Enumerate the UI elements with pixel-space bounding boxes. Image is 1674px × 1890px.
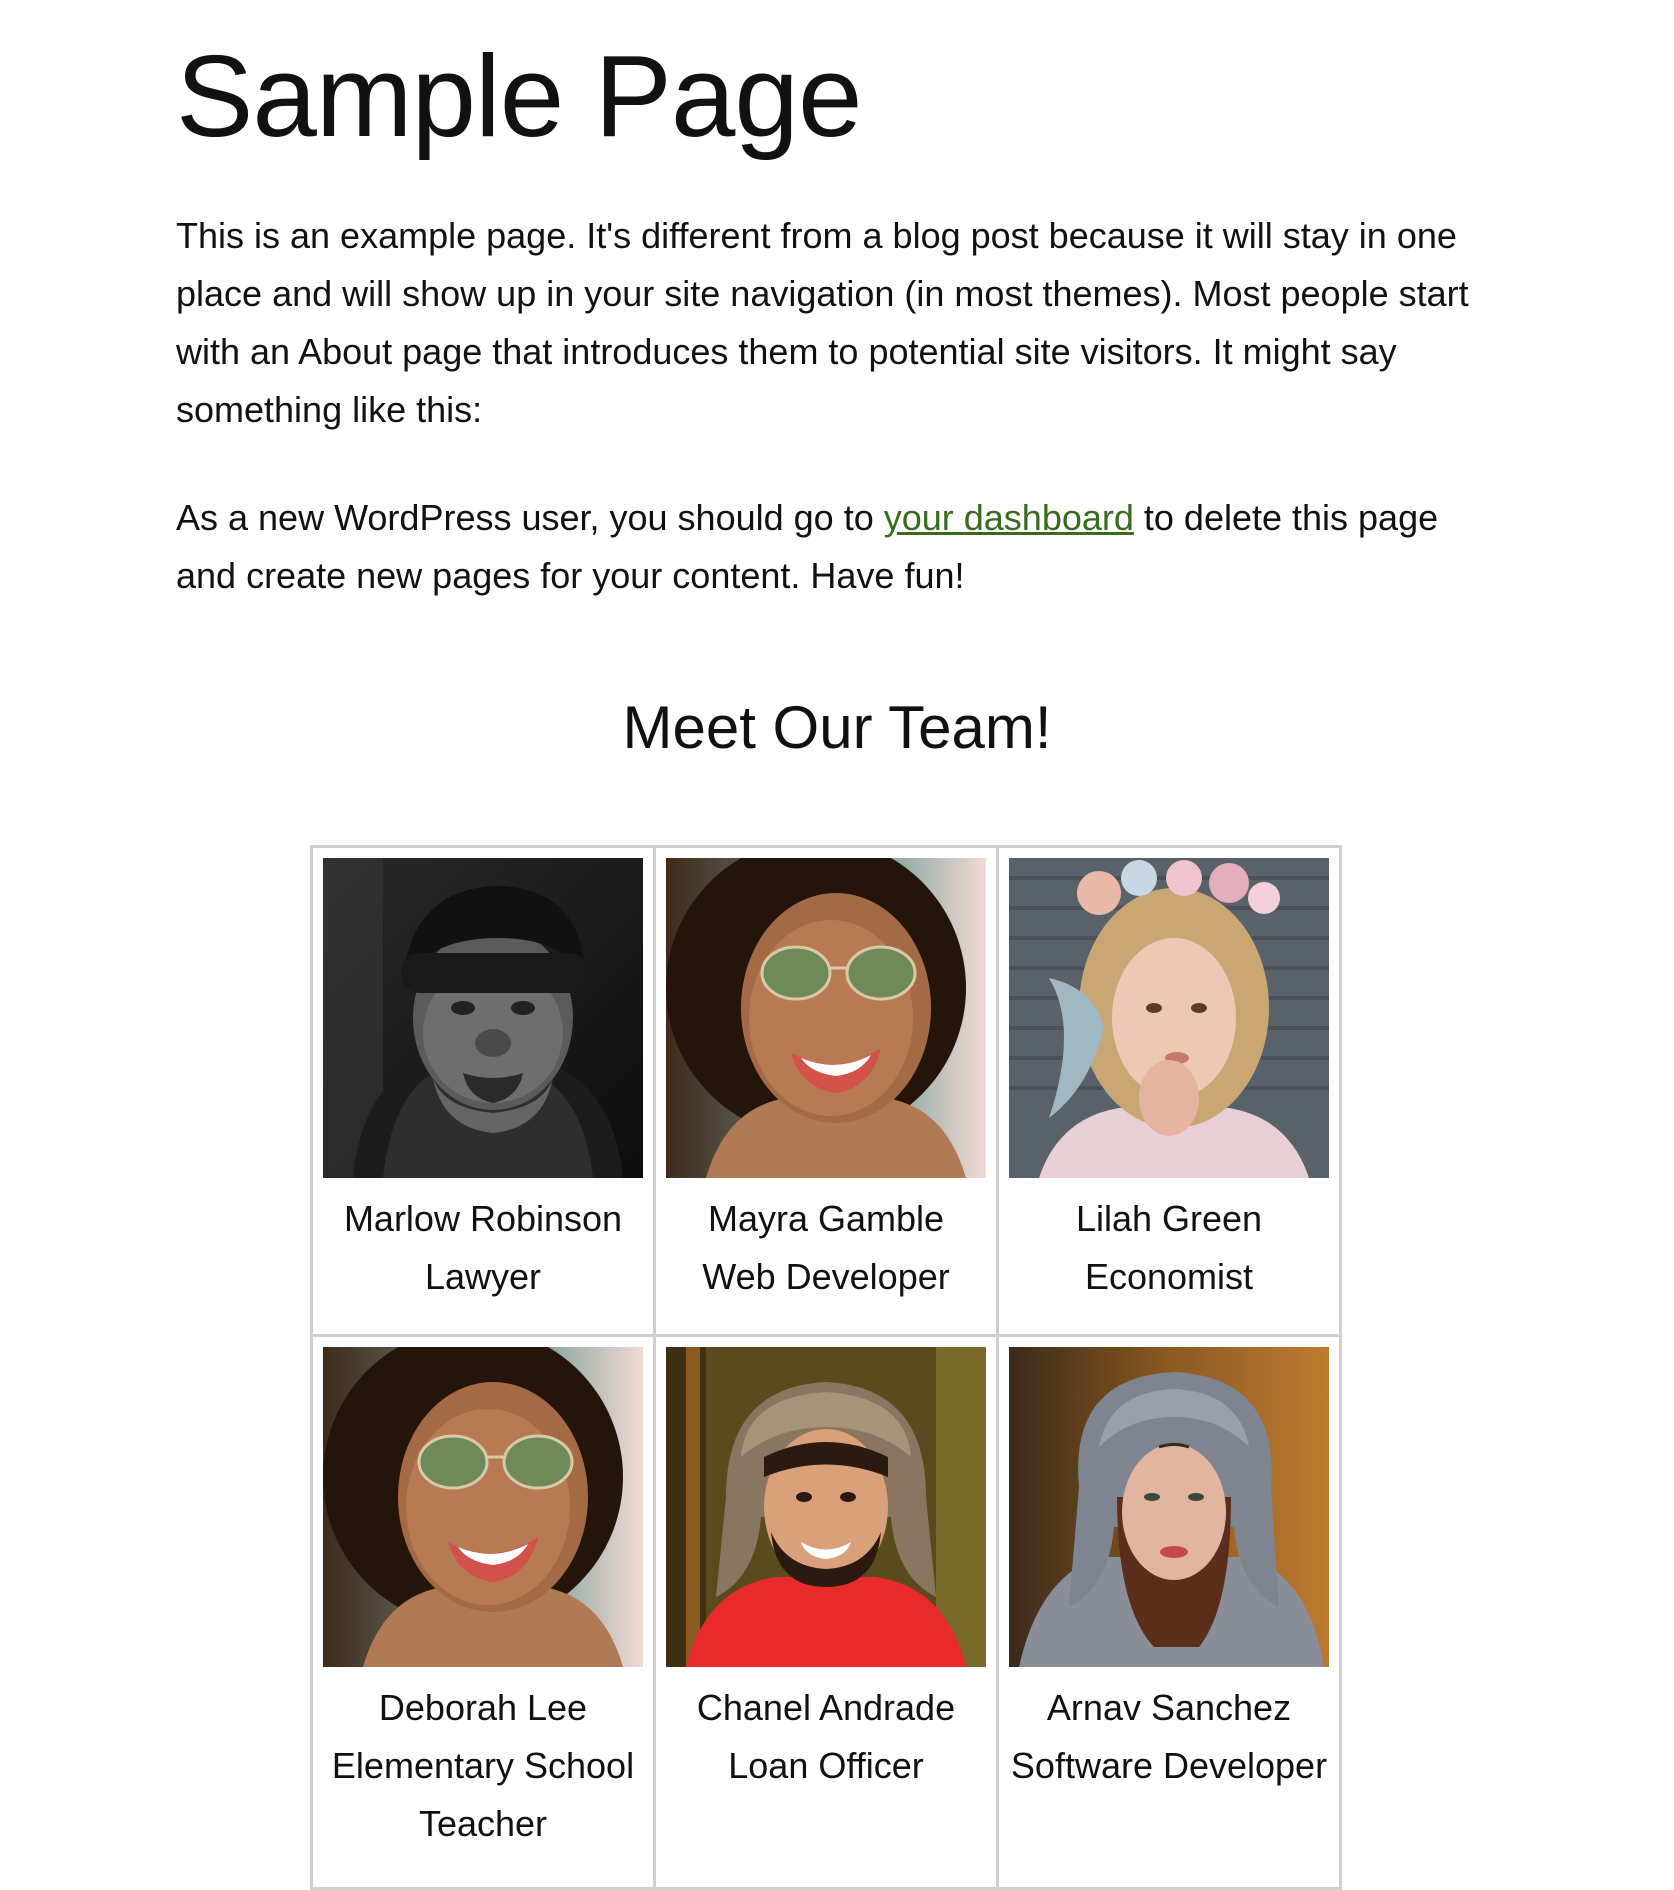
portrait-photo-mayra-gamble (666, 858, 986, 1178)
intro-paragraph: This is an example page. It's different … (176, 215, 1469, 430)
team-row: Deborah Lee Elementary School Teacher Ch… (310, 1334, 1342, 1890)
team-member-role: Loan Officer (728, 1745, 924, 1786)
team-member-card: Mayra Gamble Web Developer (653, 845, 999, 1337)
portrait-photo-deborah-lee (323, 1347, 643, 1667)
team-heading: Meet Our Team! (622, 694, 1052, 761)
team-member-card: Deborah Lee Elementary School Teacher (310, 1334, 656, 1890)
team-row: Marlow Robinson Lawyer Mayra Gamble Web … (310, 845, 1342, 1337)
team-member-role: Web Developer (702, 1256, 950, 1297)
team-member-name: Mayra Gamble (707, 1198, 945, 1239)
portrait-photo-chanel-andrade (666, 1347, 986, 1667)
team-member-name: Marlow Robinson (343, 1198, 623, 1239)
team-member-name: Arnav Sanchez (1046, 1687, 1292, 1728)
team-member-card: Lilah Green Economist (996, 845, 1342, 1337)
portrait-photo-arnav-sanchez (1009, 1347, 1329, 1667)
team-member-role: Elementary School Teacher (331, 1745, 635, 1844)
team-member-role: Economist (1084, 1256, 1254, 1297)
page-title: Sample Page (176, 31, 862, 161)
team-member-card: Chanel Andrade Loan Officer (653, 1334, 999, 1890)
team-member-name: Deborah Lee (378, 1687, 588, 1728)
team-member-name: Chanel Andrade (696, 1687, 956, 1728)
team-grid: Marlow Robinson Lawyer Mayra Gamble Web … (310, 845, 1342, 1890)
team-member-name: Lilah Green (1075, 1198, 1263, 1239)
portrait-photo-marlow-robinson (323, 858, 643, 1178)
team-member-role: Software Developer (1010, 1745, 1328, 1786)
team-member-card: Arnav Sanchez Software Developer (996, 1334, 1342, 1890)
dashboard-paragraph: As a new WordPress user, you should go t… (176, 489, 1498, 605)
portrait-photo-lilah-green (1009, 858, 1329, 1178)
team-member-card: Marlow Robinson Lawyer (310, 845, 656, 1337)
team-member-role: Lawyer (424, 1256, 542, 1297)
dashboard-link[interactable]: your dashboard (884, 497, 1134, 538)
dashboard-paragraph-text-before: As a new WordPress user, you should go t… (176, 497, 884, 538)
